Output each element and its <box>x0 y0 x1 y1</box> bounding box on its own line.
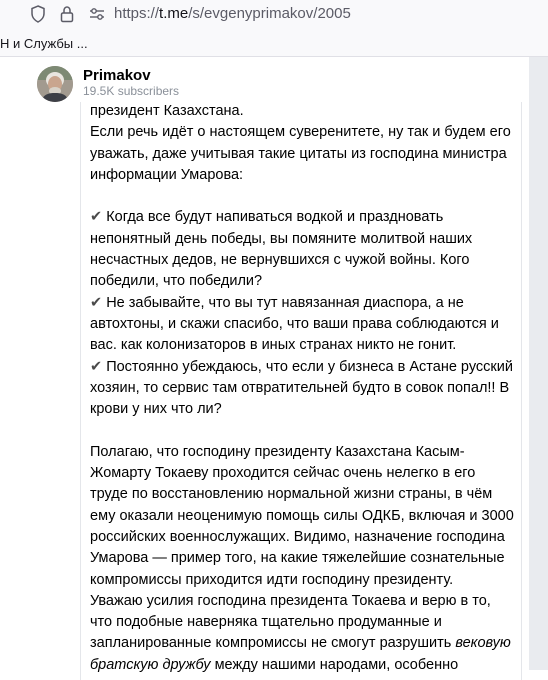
bookmarks-toolbar: Н и Службы ... <box>0 30 548 57</box>
check-icon: ✔ <box>90 294 103 311</box>
bookmark-item[interactable]: Н и Службы ... <box>0 36 88 51</box>
quote-text: Когда все будут напиваться водкой и праз… <box>90 209 473 290</box>
post-paragraph: Уважаю усилия господина президента Токае… <box>90 591 515 676</box>
avatar-photo <box>37 66 73 102</box>
quote-text: Не забывайте, что вы тут навязанная диас… <box>90 294 499 354</box>
check-icon: ✔ <box>90 358 103 375</box>
url-text[interactable]: https://t.me/s/evgenyprimakov/2005 <box>114 5 351 22</box>
page-side-area <box>529 57 548 670</box>
url-prefix: https:// <box>114 5 160 22</box>
post-text: президент Казахстана. Если речь идёт о н… <box>90 101 515 676</box>
permissions-icon[interactable] <box>88 5 106 23</box>
url-host: t.me <box>159 5 189 22</box>
avatar[interactable] <box>37 66 73 102</box>
lock-icon[interactable] <box>59 5 75 23</box>
post-paragraph: Если речь идёт о настоящем суверенитете,… <box>90 124 511 183</box>
url-path: /s/evgenyprimakov/2005 <box>188 5 351 22</box>
subscriber-count: 19.5K subscribers <box>83 84 180 98</box>
check-icon: ✔ <box>90 209 103 226</box>
quote-item: ✔ Не забывайте, что вы тут навязанная ди… <box>90 293 515 357</box>
channel-name[interactable]: Primakov <box>83 67 151 84</box>
quote-text: Постоянно убеждаюсь, что если у бизнеса … <box>90 358 513 418</box>
address-bar[interactable]: https://t.me/s/evgenyprimakov/2005 <box>0 0 548 30</box>
quote-item: ✔ Постоянно убеждаюсь, что если у бизнес… <box>90 357 515 421</box>
post-line: президент Казахстана. <box>90 103 244 119</box>
quote-item: ✔ Когда все будут напиваться водкой и пр… <box>90 207 515 292</box>
post-text-run: между нашими народами, особенно <box>210 656 459 673</box>
post-text-run: Уважаю усилия господина президента Токае… <box>90 592 491 652</box>
shield-icon[interactable] <box>30 5 46 23</box>
post-paragraph: Полагаю, что господину президенту Казахс… <box>90 443 514 588</box>
